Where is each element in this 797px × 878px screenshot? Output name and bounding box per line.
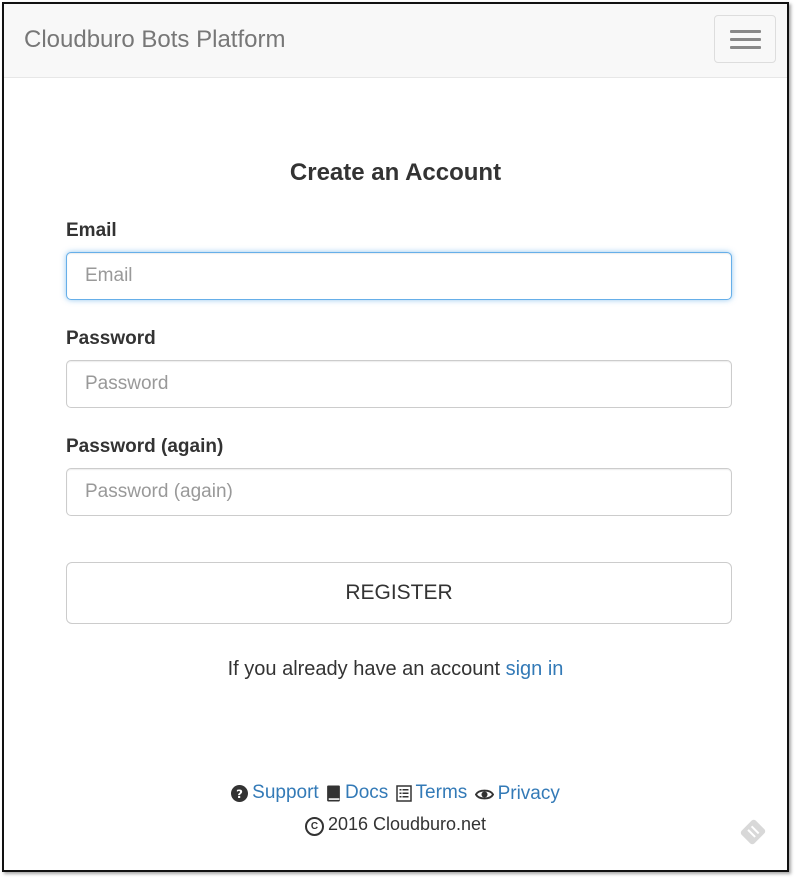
- eye-icon: [474, 789, 494, 799]
- brand-title[interactable]: Cloudburo Bots Platform: [24, 26, 285, 54]
- navbar: Cloudburo Bots Platform: [4, 4, 787, 78]
- footer-link-terms-label[interactable]: Terms: [416, 781, 468, 805]
- page-title: Create an Account: [289, 159, 502, 186]
- browser-frame: Cloudburo Bots Platform Create an Accoun…: [2, 2, 789, 872]
- password-again-label: Password (again): [66, 436, 224, 457]
- copyright: C 2016 Cloudburo.net: [4, 812, 787, 836]
- email-label: Email: [66, 220, 117, 241]
- signin-prompt-line: If you already have an account sign in: [4, 656, 787, 682]
- copyright-text: 2016 Cloudburo.net: [327, 814, 487, 834]
- password-field[interactable]: [66, 360, 732, 408]
- footer-link-docs[interactable]: Docs: [326, 781, 388, 805]
- hamburger-menu-button[interactable]: [714, 15, 776, 63]
- list-document-icon: [395, 784, 412, 802]
- footer-link-privacy[interactable]: Privacy: [474, 782, 560, 806]
- footer-links: ? Support Docs Terms Privacy: [4, 781, 787, 809]
- footer-link-terms[interactable]: Terms: [395, 781, 468, 805]
- question-circle-icon: ?: [231, 784, 249, 802]
- footer-link-docs-label[interactable]: Docs: [345, 781, 388, 805]
- password-again-field[interactable]: [66, 468, 732, 516]
- feedback-tag-icon[interactable]: [737, 816, 769, 848]
- footer-link-privacy-label[interactable]: Privacy: [498, 782, 560, 806]
- book-icon: [327, 785, 340, 801]
- password-label: Password: [66, 328, 156, 349]
- register-button[interactable]: REGISTER: [66, 562, 732, 624]
- svg-text:?: ?: [236, 787, 243, 801]
- email-field[interactable]: [66, 252, 732, 300]
- signin-prompt-text: If you already have an account: [227, 658, 501, 680]
- signin-link[interactable]: sign in: [506, 658, 564, 680]
- footer-link-support[interactable]: ? Support: [231, 781, 319, 805]
- copyright-icon: C: [304, 817, 324, 836]
- footer-link-support-label[interactable]: Support: [252, 781, 319, 805]
